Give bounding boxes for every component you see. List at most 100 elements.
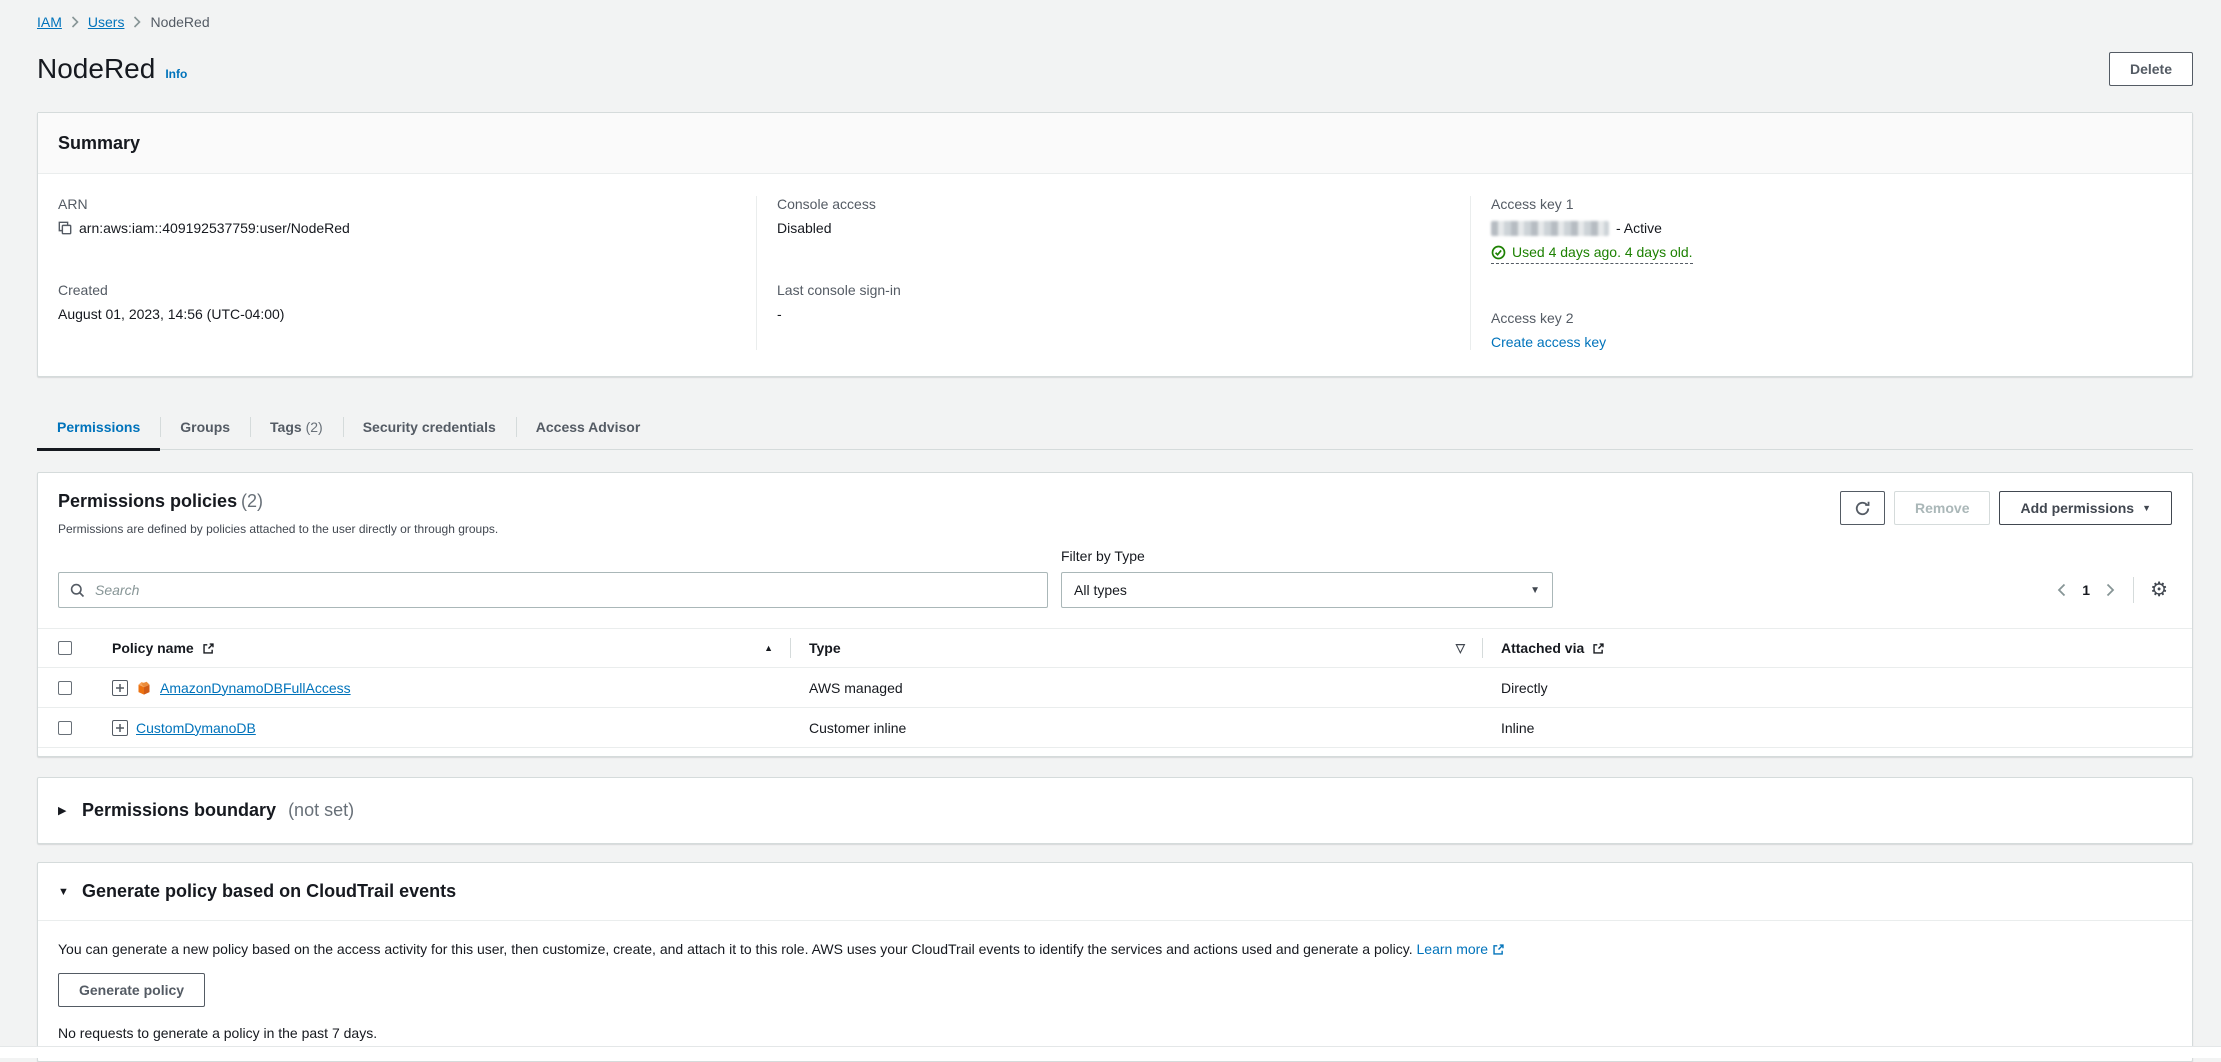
table-settings-gear-icon[interactable]: ⚙ [2146, 580, 2172, 600]
column-header-attached-via[interactable]: Attached via [1483, 629, 2192, 667]
permissions-boundary-title: Permissions boundary [82, 800, 276, 821]
delete-button[interactable]: Delete [2109, 52, 2193, 86]
access-key1-usage: Used 4 days ago. 4 days old. [1491, 244, 1693, 264]
pagination: 1 ⚙ [2051, 572, 2172, 608]
caret-right-icon: ▶ [58, 804, 70, 817]
expand-row-icon[interactable] [112, 720, 128, 736]
type-filter: Filter by Type All types ▼ [1061, 548, 1553, 608]
generate-policy-description: You can generate a new policy based on t… [58, 941, 2172, 957]
search-box [58, 572, 1048, 608]
created-label: Created [58, 282, 736, 298]
select-all-checkbox[interactable] [58, 641, 72, 655]
footer-strip [0, 1046, 2221, 1058]
refresh-button[interactable] [1840, 491, 1885, 525]
console-access-label: Console access [777, 196, 1450, 212]
permissions-policies-count: (2) [241, 491, 263, 511]
aws-managed-policy-icon [136, 680, 152, 696]
column-filter-icon[interactable]: ▽ [1456, 641, 1465, 655]
type-filter-value: All types [1074, 582, 1127, 598]
permissions-boundary-toggle[interactable]: ▶ Permissions boundary (not set) [38, 778, 2192, 843]
generate-policy-card: ▼ Generate policy based on CloudTrail ev… [37, 862, 2193, 1062]
column-header-type[interactable]: Type ▽ [791, 629, 1483, 667]
caret-down-icon: ▼ [2142, 504, 2151, 513]
remove-button[interactable]: Remove [1894, 491, 1990, 525]
tab-groups[interactable]: Groups [160, 405, 250, 449]
iam-user-detail-page: IAM Users NodeRed NodeRed Info Delete Su… [0, 0, 2221, 1062]
access-key2-field: Access key 2 Create access key [1491, 310, 2172, 350]
console-access-value: Disabled [777, 220, 831, 236]
search-icon [70, 583, 85, 598]
breadcrumb-current: NodeRed [150, 14, 209, 30]
summary-card-header: Summary [38, 113, 2192, 174]
table-filter-row: Filter by Type All types ▼ 1 ⚙ [38, 540, 2192, 608]
created-value: August 01, 2023, 14:56 (UTC-04:00) [58, 306, 284, 322]
copy-icon[interactable] [58, 221, 72, 235]
row-checkbox[interactable] [58, 721, 72, 735]
policy-link[interactable]: AmazonDynamoDBFullAccess [160, 680, 351, 696]
tab-permissions[interactable]: Permissions [37, 405, 160, 449]
create-access-key-link[interactable]: Create access key [1491, 334, 1606, 350]
generate-policy-body: You can generate a new policy based on t… [38, 921, 2192, 1061]
access-key2-label: Access key 2 [1491, 310, 2172, 326]
permissions-boundary-card: ▶ Permissions boundary (not set) [37, 777, 2193, 844]
column-header-policy-name[interactable]: Policy name ▲ [94, 629, 791, 667]
policy-attached-via: Inline [1501, 720, 1534, 736]
type-filter-label: Filter by Type [1061, 548, 1553, 564]
summary-title: Summary [58, 133, 140, 153]
user-detail-tabs: Permissions Groups Tags (2) Security cre… [37, 405, 2193, 450]
summary-grid: ARN arn:aws:iam::409192537759:user/NodeR… [38, 174, 2192, 376]
caret-down-icon: ▼ [58, 886, 70, 898]
tab-tags[interactable]: Tags (2) [250, 405, 343, 449]
type-filter-select[interactable]: All types ▼ [1061, 572, 1553, 608]
check-circle-icon [1491, 245, 1506, 260]
row-checkbox[interactable] [58, 681, 72, 695]
policy-type: AWS managed [809, 680, 903, 696]
table-row: AmazonDynamoDBFullAccess AWS managed Dir… [38, 668, 2192, 708]
external-link-icon [1592, 642, 1605, 655]
generate-policy-empty-message: No requests to generate a policy in the … [58, 1025, 2172, 1041]
search-input[interactable] [93, 581, 1036, 599]
tab-access-advisor[interactable]: Access Advisor [516, 405, 661, 449]
permissions-boundary-status: (not set) [288, 800, 354, 821]
redacted-access-key [1491, 221, 1609, 236]
arn-value: arn:aws:iam::409192537759:user/NodeRed [79, 220, 350, 236]
permissions-policies-title: Permissions policies [58, 491, 237, 511]
sort-ascending-icon[interactable]: ▲ [764, 643, 773, 653]
last-signin-label: Last console sign-in [777, 282, 1450, 298]
generate-policy-title: Generate policy based on CloudTrail even… [82, 881, 456, 902]
permissions-policies-card: Permissions policies (2) Permissions are… [37, 472, 2193, 757]
breadcrumb: IAM Users NodeRed [37, 14, 2193, 30]
permissions-policies-actions: Remove Add permissions▼ [1840, 491, 2172, 525]
permissions-policies-header: Permissions policies (2) Permissions are… [38, 473, 2192, 540]
policy-type: Customer inline [809, 720, 906, 736]
last-signin-field: Last console sign-in - [777, 282, 1450, 322]
generate-policy-toggle[interactable]: ▼ Generate policy based on CloudTrail ev… [38, 863, 2192, 921]
external-link-icon [202, 642, 215, 655]
created-field: Created August 01, 2023, 14:56 (UTC-04:0… [58, 282, 736, 322]
learn-more-link[interactable]: Learn more [1417, 941, 1506, 957]
access-key1-field: Access key 1 - Active Used 4 days ago. 4… [1491, 196, 2172, 264]
next-page-button[interactable] [2100, 579, 2121, 601]
policy-attached-via: Directly [1501, 680, 1548, 696]
previous-page-button[interactable] [2051, 579, 2072, 601]
generate-policy-button[interactable]: Generate policy [58, 973, 205, 1007]
last-signin-value: - [777, 306, 782, 322]
current-page-number[interactable]: 1 [2072, 582, 2100, 598]
breadcrumb-link-iam[interactable]: IAM [37, 14, 62, 30]
policy-link[interactable]: CustomDymanoDB [136, 720, 256, 736]
breadcrumb-link-users[interactable]: Users [88, 14, 125, 30]
console-access-field: Console access Disabled [777, 196, 1450, 236]
summary-column-3: Access key 1 - Active Used 4 days ago. 4… [1471, 196, 2192, 350]
summary-column-1: ARN arn:aws:iam::409192537759:user/NodeR… [38, 196, 757, 350]
page-header: NodeRed Info Delete [37, 52, 2193, 86]
expand-row-icon[interactable] [112, 680, 128, 696]
summary-card: Summary ARN arn:aws:iam::409192537759:us… [37, 112, 2193, 377]
access-key1-status: - Active [1616, 220, 1662, 236]
tab-security-credentials[interactable]: Security credentials [343, 405, 516, 449]
table-row: CustomDymanoDB Customer inline Inline [38, 708, 2192, 748]
access-key1-label: Access key 1 [1491, 196, 2172, 212]
page-title: NodeRed [37, 53, 155, 85]
add-permissions-button[interactable]: Add permissions▼ [1999, 491, 2172, 525]
divider [2133, 577, 2134, 603]
info-link[interactable]: Info [165, 67, 187, 81]
